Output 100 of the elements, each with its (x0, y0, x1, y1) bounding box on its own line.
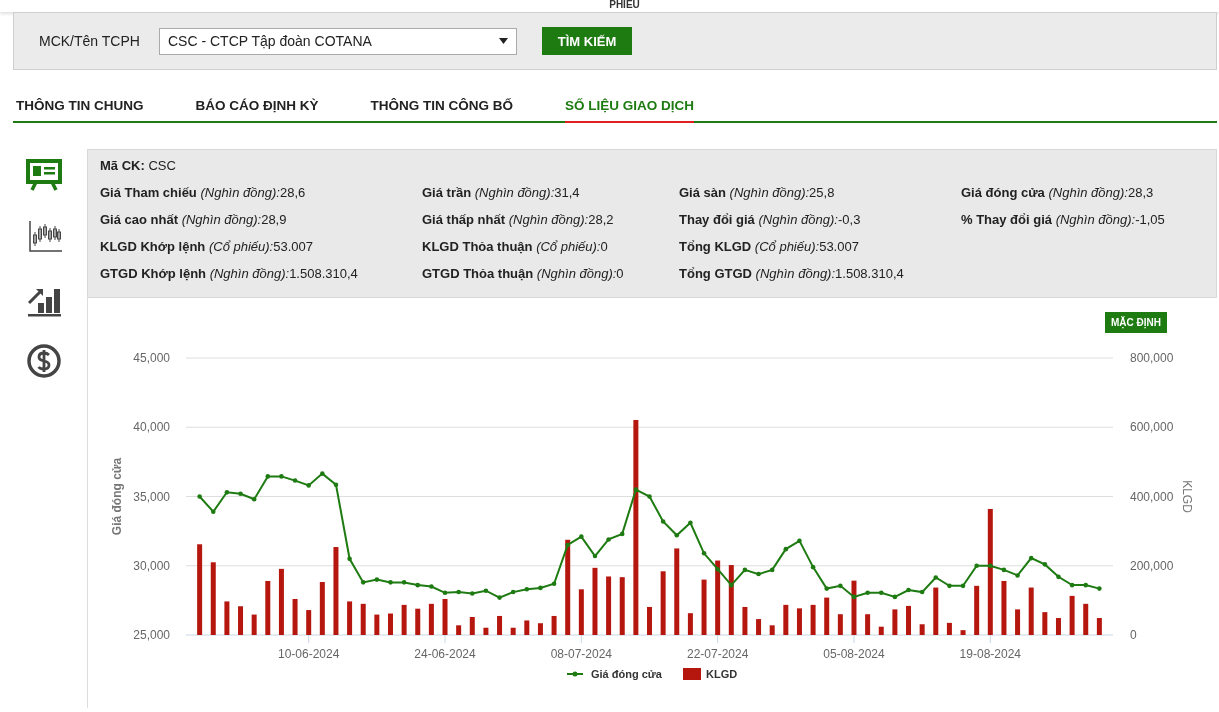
stock-code: Mã CK: CSC (100, 158, 177, 173)
data-point (456, 589, 461, 595)
info-field: GTGD Khớp lệnh (Nghìn đồng):1.508.310,4 (100, 266, 422, 281)
data-point (306, 483, 311, 488)
axis-label: 400,000 (1130, 489, 1174, 504)
data-point (797, 538, 802, 544)
data-point (429, 584, 434, 589)
data-point (878, 590, 884, 596)
data-point (1028, 555, 1034, 561)
reset-zoom-button[interactable]: MẶC ĐỊNH (1105, 312, 1167, 333)
data-point (347, 556, 352, 562)
volume-bar (469, 617, 475, 635)
volume-bar (728, 565, 734, 635)
info-field: Giá đóng cửa (Nghìn đồng):28,3 (961, 185, 1216, 200)
volume-bar (510, 627, 516, 635)
data-point (238, 491, 243, 497)
volume-bar (483, 627, 489, 635)
data-point (320, 471, 325, 476)
data-point (633, 487, 639, 492)
volume-bar (524, 620, 530, 635)
info-field: Giá sàn (Nghìn đồng):25,8 (679, 185, 961, 200)
volume-bar (865, 614, 871, 635)
data-point (756, 571, 761, 577)
axis-label: 08-07-2024 (550, 647, 613, 661)
data-point (592, 553, 598, 559)
data-point (647, 494, 652, 499)
volume-bar (292, 599, 298, 635)
volume-bar (742, 606, 748, 635)
axis-label: 25,000 (133, 628, 170, 642)
data-point (197, 494, 202, 499)
volume-bar (946, 622, 952, 635)
data-point (565, 542, 570, 548)
tab[interactable]: THÔNG TIN CHUNG (16, 92, 144, 123)
data-point (1042, 562, 1048, 567)
data-point (579, 534, 584, 539)
axis-label: 45,000 (133, 351, 170, 365)
volume-bar (428, 603, 434, 635)
volume-bar (347, 601, 353, 635)
data-point (551, 581, 557, 587)
info-field: KLGD Thỏa thuận (Cổ phiếu):0 (422, 239, 679, 254)
data-point (333, 482, 339, 488)
volume-bar (974, 585, 980, 635)
data-point (974, 563, 979, 569)
data-point (688, 520, 693, 526)
volume-bar (537, 623, 543, 635)
data-point (988, 563, 993, 569)
tab[interactable]: BÁO CÁO ĐỊNH KỲ (195, 92, 319, 123)
volume-bar (224, 601, 230, 635)
data-point (374, 577, 380, 582)
data-point (674, 533, 680, 538)
legend-label[interactable]: KLGD (706, 668, 738, 680)
data-point (1097, 586, 1102, 591)
data-point (388, 580, 393, 585)
volume-bar (647, 606, 652, 635)
legend-line-icon[interactable] (566, 671, 584, 677)
volume-bar (265, 581, 271, 635)
volume-bar (687, 613, 693, 635)
axis-label: 600,000 (1130, 420, 1174, 435)
data-point (497, 595, 502, 600)
volume-bar (442, 599, 448, 635)
axis-label: 800,000 (1130, 351, 1174, 365)
volume-bar (578, 589, 584, 635)
axis-label: 24-06-2024 (414, 647, 476, 661)
volume-bar (796, 608, 802, 635)
volume-bar (551, 615, 557, 635)
volume-bar (878, 626, 884, 635)
volume-bar (1055, 618, 1061, 635)
data-point (919, 589, 925, 595)
volume-bar (1001, 581, 1007, 635)
volume-bar (319, 582, 325, 635)
volume-bar (1069, 595, 1075, 635)
volume-bar (278, 568, 284, 635)
tab[interactable]: THÔNG TIN CÔNG BỐ (370, 92, 513, 123)
data-point (851, 594, 857, 600)
data-point (524, 587, 530, 592)
info-field: Tổng GTGD (Nghìn đồng):1.508.310,4 (679, 266, 961, 281)
data-point (906, 587, 911, 593)
volume-bar (919, 624, 925, 635)
tab[interactable]: SỐ LIỆU GIAO DỊCH (565, 92, 695, 123)
data-point (729, 582, 734, 588)
data-point (660, 519, 666, 524)
data-point (292, 478, 298, 483)
data-point (251, 496, 257, 502)
info-field: Giá cao nhất (Nghìn đồng):28,9 (100, 212, 422, 227)
data-point (265, 474, 271, 479)
info-field: Giá thấp nhất (Nghìn đồng):28,2 (422, 212, 679, 227)
legend-label[interactable]: Giá đóng cửa (591, 668, 662, 680)
volume-bar (1083, 603, 1089, 635)
legend-swatch[interactable] (683, 668, 701, 680)
data-point (279, 474, 284, 479)
data-point (933, 575, 939, 580)
search-button[interactable]: TÌM KIẾM (542, 27, 632, 55)
volume-bar (892, 609, 898, 635)
data-point (838, 583, 843, 589)
data-point (892, 594, 898, 600)
company-dropdown[interactable]: CSC - CTCP Tập đoàn COTANA (159, 27, 517, 55)
data-point (1069, 582, 1075, 588)
volume-bar (1096, 618, 1102, 635)
axis-title: Giá đóng cửa (110, 457, 124, 536)
data-point (810, 564, 816, 570)
